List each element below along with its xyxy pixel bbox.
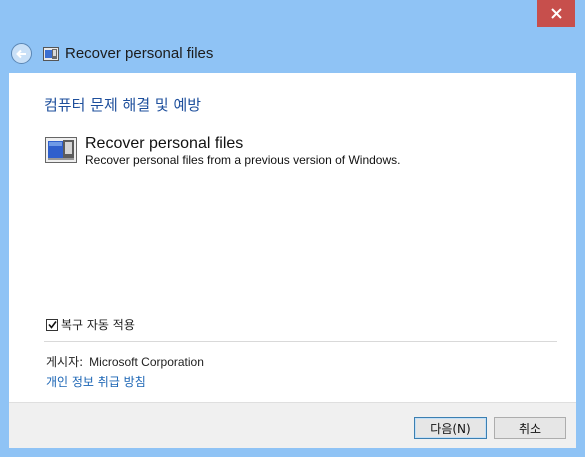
next-button[interactable]: 다음(N) xyxy=(414,417,487,439)
dialog-window: Recover personal files 컴퓨터 문제 해결 및 예방 Re… xyxy=(0,0,585,457)
content-pane: 컴퓨터 문제 해결 및 예방 Recover personal files Re… xyxy=(9,73,576,402)
publisher-label: 게시자: xyxy=(46,355,84,369)
auto-repair-label[interactable]: 복구 자동 적용 xyxy=(61,316,135,333)
item-description: Recover personal files from a previous v… xyxy=(85,153,401,167)
cancel-button[interactable]: 취소 xyxy=(494,417,566,439)
privacy-policy-link[interactable]: 개인 정보 취급 방침 xyxy=(46,373,146,390)
close-icon xyxy=(550,8,562,19)
back-button[interactable] xyxy=(11,43,32,64)
item-text: Recover personal files Recover personal … xyxy=(85,134,400,167)
close-button[interactable] xyxy=(537,0,575,27)
restore-files-icon xyxy=(45,137,77,163)
publisher-value: Microsoft Corporation xyxy=(89,355,204,369)
divider xyxy=(44,341,557,342)
window-title: Recover personal files xyxy=(65,45,214,62)
checkmark-icon xyxy=(47,321,57,329)
auto-repair-option[interactable]: 복구 자동 적용 xyxy=(46,316,135,333)
publisher-info: 게시자: Microsoft Corporation xyxy=(46,353,204,370)
navigation-bar: Recover personal files xyxy=(0,35,585,73)
item-title: Recover personal files xyxy=(85,135,244,152)
page-heading: 컴퓨터 문제 해결 및 예방 xyxy=(44,96,202,114)
dialog-footer: 다음(N) 취소 xyxy=(9,402,576,448)
auto-repair-checkbox[interactable] xyxy=(46,318,58,331)
recover-files-item: Recover personal files Recover personal … xyxy=(45,134,400,167)
back-arrow-icon xyxy=(16,49,26,58)
troubleshooter-icon xyxy=(43,47,59,61)
